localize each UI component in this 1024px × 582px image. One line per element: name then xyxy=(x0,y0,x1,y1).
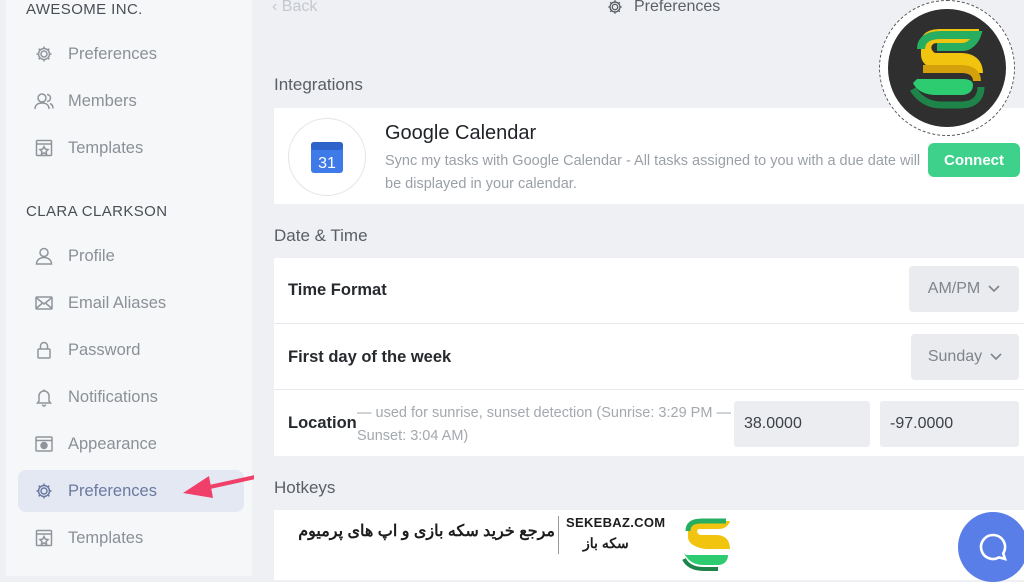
chat-bubble-icon xyxy=(979,533,1007,561)
first-day-row: First day of the week Sunday xyxy=(274,324,1024,390)
watermark-divider xyxy=(558,516,559,554)
lock-icon xyxy=(32,338,56,362)
users-icon xyxy=(32,89,56,113)
sidebar-item-label: Email Aliases xyxy=(68,293,167,312)
back-label: Back xyxy=(281,0,318,15)
chevron-down-icon xyxy=(988,285,1000,293)
page-title-text: Preferences xyxy=(634,0,721,15)
location-label: Location xyxy=(288,414,357,432)
calendar-icon: 31 xyxy=(311,142,343,173)
first-day-select[interactable]: Sunday xyxy=(911,334,1019,380)
time-format-select[interactable]: AM/PM xyxy=(909,266,1019,312)
sekebaz-small-logo-icon xyxy=(673,510,741,578)
watermark-domain: SEKEBAZ.COM xyxy=(566,515,666,530)
sidebar-item-profile[interactable]: Profile xyxy=(18,235,244,277)
sidebar-item-email-aliases[interactable]: Email Aliases xyxy=(18,282,244,324)
org-section-title: AWESOME INC. xyxy=(26,1,143,18)
sidebar-item-label: Password xyxy=(68,340,141,359)
watermark-banner: مرجع خرید سکه بازی و اپ های پرمیوم SEKEB… xyxy=(283,510,741,578)
watermark-name: سکه باز xyxy=(583,535,629,551)
gear-icon xyxy=(608,0,622,14)
sidebar-item-org-templates[interactable]: Templates xyxy=(18,127,244,169)
sidebar-item-templates[interactable]: Templates xyxy=(18,517,244,559)
sidebar-item-password[interactable]: Password xyxy=(18,329,244,371)
integrations-section-label: Integrations xyxy=(274,75,363,94)
sidebar-item-members[interactable]: Members xyxy=(18,80,244,122)
google-calendar-title: Google Calendar xyxy=(385,122,537,144)
gear-icon xyxy=(32,42,56,66)
first-day-value: Sunday xyxy=(927,348,983,365)
longitude-input[interactable]: -97.0000 xyxy=(880,401,1019,447)
watermark-tagline: مرجع خرید سکه بازی و اپ های پرمیوم xyxy=(298,523,555,540)
hotkeys-section-label: Hotkeys xyxy=(274,478,336,497)
sidebar-item-label: Templates xyxy=(68,528,144,547)
location-row: Location — used for sunrise, sunset dete… xyxy=(274,390,1024,456)
back-button[interactable]: ‹ Back xyxy=(272,0,317,16)
sidebar-item-label: Appearance xyxy=(68,434,157,453)
first-day-label: First day of the week xyxy=(288,348,452,366)
gear-icon xyxy=(32,479,56,503)
latitude-input[interactable]: 38.0000 xyxy=(734,401,870,447)
sidebar-item-label: Preferences xyxy=(68,44,157,63)
sekebaz-logo-icon xyxy=(888,9,1006,127)
sidebar-item-label: Notifications xyxy=(68,387,158,406)
time-format-label: Time Format xyxy=(288,281,387,299)
page-title: Preferences xyxy=(606,0,720,16)
location-description: — used for sunrise, sunset detection (Su… xyxy=(357,405,731,444)
sidebar-item-org-preferences[interactable]: Preferences xyxy=(18,33,244,75)
sidebar-item-notifications[interactable]: Notifications xyxy=(18,376,244,418)
google-calendar-description: Sync my tasks with Google Calendar - All… xyxy=(385,153,921,192)
sidebar-item-label: Templates xyxy=(68,138,144,157)
template-star-icon xyxy=(32,136,56,160)
sidebar-item-label: Preferences xyxy=(68,481,157,500)
date-time-section-label: Date & Time xyxy=(274,226,368,245)
time-format-value: AM/PM xyxy=(927,280,981,297)
google-calendar-logo: 31 xyxy=(288,118,366,196)
template-star-icon xyxy=(32,526,56,550)
envelope-icon xyxy=(32,291,56,315)
connect-button[interactable]: Connect xyxy=(928,143,1020,177)
user-section-title: CLARA CLARKSON xyxy=(26,203,168,220)
person-icon xyxy=(32,244,56,268)
date-time-card: Time Format AM/PM First day of the week … xyxy=(274,258,1024,456)
time-format-row: Time Format AM/PM xyxy=(274,258,1024,324)
chat-button[interactable] xyxy=(958,512,1024,582)
watermark-logo-badge xyxy=(879,0,1015,136)
chevron-down-icon xyxy=(990,353,1002,361)
bell-icon xyxy=(32,385,56,409)
calendar-day: 31 xyxy=(318,155,336,172)
sidebar-item-label: Members xyxy=(68,91,137,110)
appearance-icon xyxy=(32,432,56,456)
sidebar-item-label: Profile xyxy=(68,246,115,265)
